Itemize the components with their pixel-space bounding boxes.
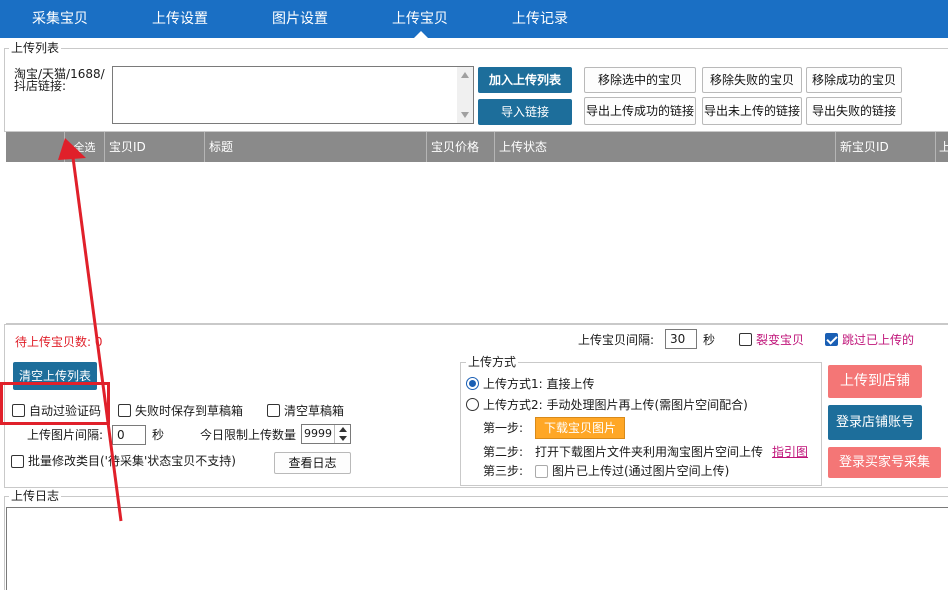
annotation-arrow-icon <box>58 138 123 522</box>
